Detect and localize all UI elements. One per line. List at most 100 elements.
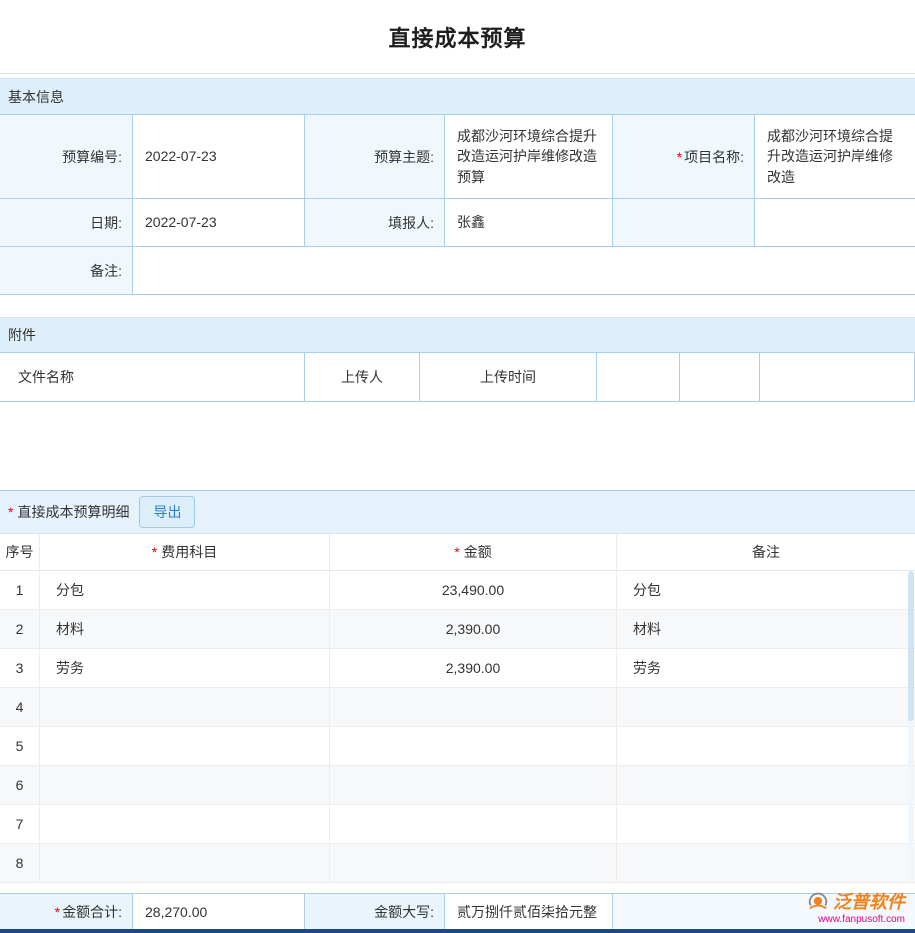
budget-subject-label: 预算主题: xyxy=(374,147,434,167)
project-name-value: 成都沙河环境综合提升改造运河护岸维修改造 xyxy=(755,115,915,199)
horizontal-scrollbar[interactable] xyxy=(0,929,915,933)
row-no: 2 xyxy=(0,610,40,648)
total-value: 28,270.00 xyxy=(133,894,305,929)
detail-col-subject: * 费用科目 xyxy=(40,534,330,570)
row-amount: 23,490.00 xyxy=(330,571,617,609)
table-row: 2 材料 2,390.00 材料 xyxy=(0,610,915,649)
vertical-scrollbar-thumb[interactable] xyxy=(908,571,914,721)
attachments-section-title: 附件 xyxy=(8,325,36,345)
amount-caps-label: 金额大写: xyxy=(374,902,434,922)
row-amount: 2,390.00 xyxy=(330,610,617,648)
detail-col-remark: 备注 xyxy=(617,534,915,570)
detail-col-no: 序号 xyxy=(0,534,40,570)
row-no: 6 xyxy=(0,766,40,804)
budget-no-value: 2022-07-23 xyxy=(133,115,305,199)
empty-label-cell xyxy=(613,199,755,247)
fanpu-url-link[interactable]: www.fanpusoft.com xyxy=(818,914,905,925)
attachments-col-empty-2 xyxy=(680,353,760,402)
row-remark xyxy=(617,727,915,765)
remark-label-cell: 备注: xyxy=(0,247,133,295)
fanpu-logo-row: 泛普软件 xyxy=(807,888,905,914)
detail-col-amount: * 金额 xyxy=(330,534,617,570)
date-label-cell: 日期: xyxy=(0,199,133,247)
fanpu-watermark: 泛普软件 www.fanpusoft.com xyxy=(807,888,905,925)
amount-header-label: 金额 xyxy=(464,542,492,562)
page: 直接成本预算 基本信息 预算编号: 2022-07-23 预算主题: 成都沙河环… xyxy=(0,0,915,933)
fanpu-brand-text: 泛普软件 xyxy=(833,888,905,914)
filler-label: 填报人: xyxy=(388,213,434,233)
remark-label: 备注: xyxy=(90,261,122,281)
row-no: 8 xyxy=(0,844,40,882)
required-asterisk: * xyxy=(454,544,459,560)
row-amount xyxy=(330,766,617,804)
remark-header-label: 备注 xyxy=(752,542,780,562)
row-amount xyxy=(330,844,617,882)
amount-caps-value: 贰万捌仟贰佰柒拾元整 xyxy=(445,894,613,929)
spacer xyxy=(0,883,915,893)
row-subject xyxy=(40,688,330,726)
row-no: 3 xyxy=(0,649,40,687)
upload-time-header-label: 上传时间 xyxy=(480,367,536,387)
row-amount xyxy=(330,727,617,765)
attachments-table-header: 文件名称 上传人 上传时间 xyxy=(0,353,915,402)
table-row: 1 分包 23,490.00 分包 xyxy=(0,571,915,610)
table-row: 3 劳务 2,390.00 劳务 xyxy=(0,649,915,688)
row-amount xyxy=(330,688,617,726)
row-no: 5 xyxy=(0,727,40,765)
filler-label-cell: 填报人: xyxy=(305,199,445,247)
detail-section-header: * 直接成本预算明细 导出 xyxy=(0,490,915,534)
row-amount xyxy=(330,805,617,843)
spacer xyxy=(0,295,915,317)
detail-footer-row: * 金额合计: 28,270.00 金额大写: 贰万捌仟贰佰柒拾元整 xyxy=(0,893,915,929)
required-asterisk: * xyxy=(152,544,157,560)
basic-info-table: 预算编号: 2022-07-23 预算主题: 成都沙河环境综合提升改造运河护岸维… xyxy=(0,115,915,295)
uploader-header-label: 上传人 xyxy=(341,367,383,387)
table-row: 4 xyxy=(0,688,915,727)
fanpu-logo-icon xyxy=(807,890,829,912)
basic-info-section-title: 基本信息 xyxy=(8,87,64,107)
date-label: 日期: xyxy=(90,213,122,233)
remark-value xyxy=(133,247,915,295)
row-remark: 分包 xyxy=(617,571,915,609)
no-header-label: 序号 xyxy=(6,542,34,562)
total-label: 金额合计: xyxy=(62,902,122,922)
row-remark xyxy=(617,688,915,726)
row-subject xyxy=(40,844,330,882)
row-remark: 劳务 xyxy=(617,649,915,687)
row-remark xyxy=(617,766,915,804)
page-header: 直接成本预算 xyxy=(0,0,915,74)
budget-subject-label-cell: 预算主题: xyxy=(305,115,445,199)
row-no: 1 xyxy=(0,571,40,609)
attachments-col-upload-time: 上传时间 xyxy=(420,353,597,402)
project-name-label: 项目名称: xyxy=(684,147,744,167)
row-subject xyxy=(40,727,330,765)
total-label-cell: * 金额合计: xyxy=(0,894,133,929)
empty-value-cell xyxy=(755,199,915,247)
attachments-col-empty-1 xyxy=(597,353,680,402)
attachments-col-uploader: 上传人 xyxy=(305,353,420,402)
required-asterisk: * xyxy=(55,904,60,920)
row-remark xyxy=(617,805,915,843)
row-subject: 材料 xyxy=(40,610,330,648)
subject-header-label: 费用科目 xyxy=(161,542,217,562)
row-amount: 2,390.00 xyxy=(330,649,617,687)
attachments-col-empty-3 xyxy=(760,353,915,402)
row-no: 4 xyxy=(0,688,40,726)
attachments-section-header: 附件 xyxy=(0,317,915,353)
attachments-col-file-name: 文件名称 xyxy=(0,353,305,402)
row-subject: 劳务 xyxy=(40,649,330,687)
file-name-header-label: 文件名称 xyxy=(18,367,74,387)
row-subject xyxy=(40,805,330,843)
export-button[interactable]: 导出 xyxy=(139,496,195,528)
budget-no-label-cell: 预算编号: xyxy=(0,115,133,199)
table-row: 6 xyxy=(0,766,915,805)
detail-table-body: 1 分包 23,490.00 分包 2 材料 2,390.00 材料 3 劳务 … xyxy=(0,571,915,883)
required-asterisk: * xyxy=(677,149,682,165)
detail-section-title: 直接成本预算明细 xyxy=(17,502,129,522)
vertical-scrollbar[interactable] xyxy=(908,571,914,881)
required-asterisk: * xyxy=(8,504,13,520)
filler-value: 张鑫 xyxy=(445,199,613,247)
date-value: 2022-07-23 xyxy=(133,199,305,247)
table-row: 5 xyxy=(0,727,915,766)
project-name-label-cell: * 项目名称: xyxy=(613,115,755,199)
